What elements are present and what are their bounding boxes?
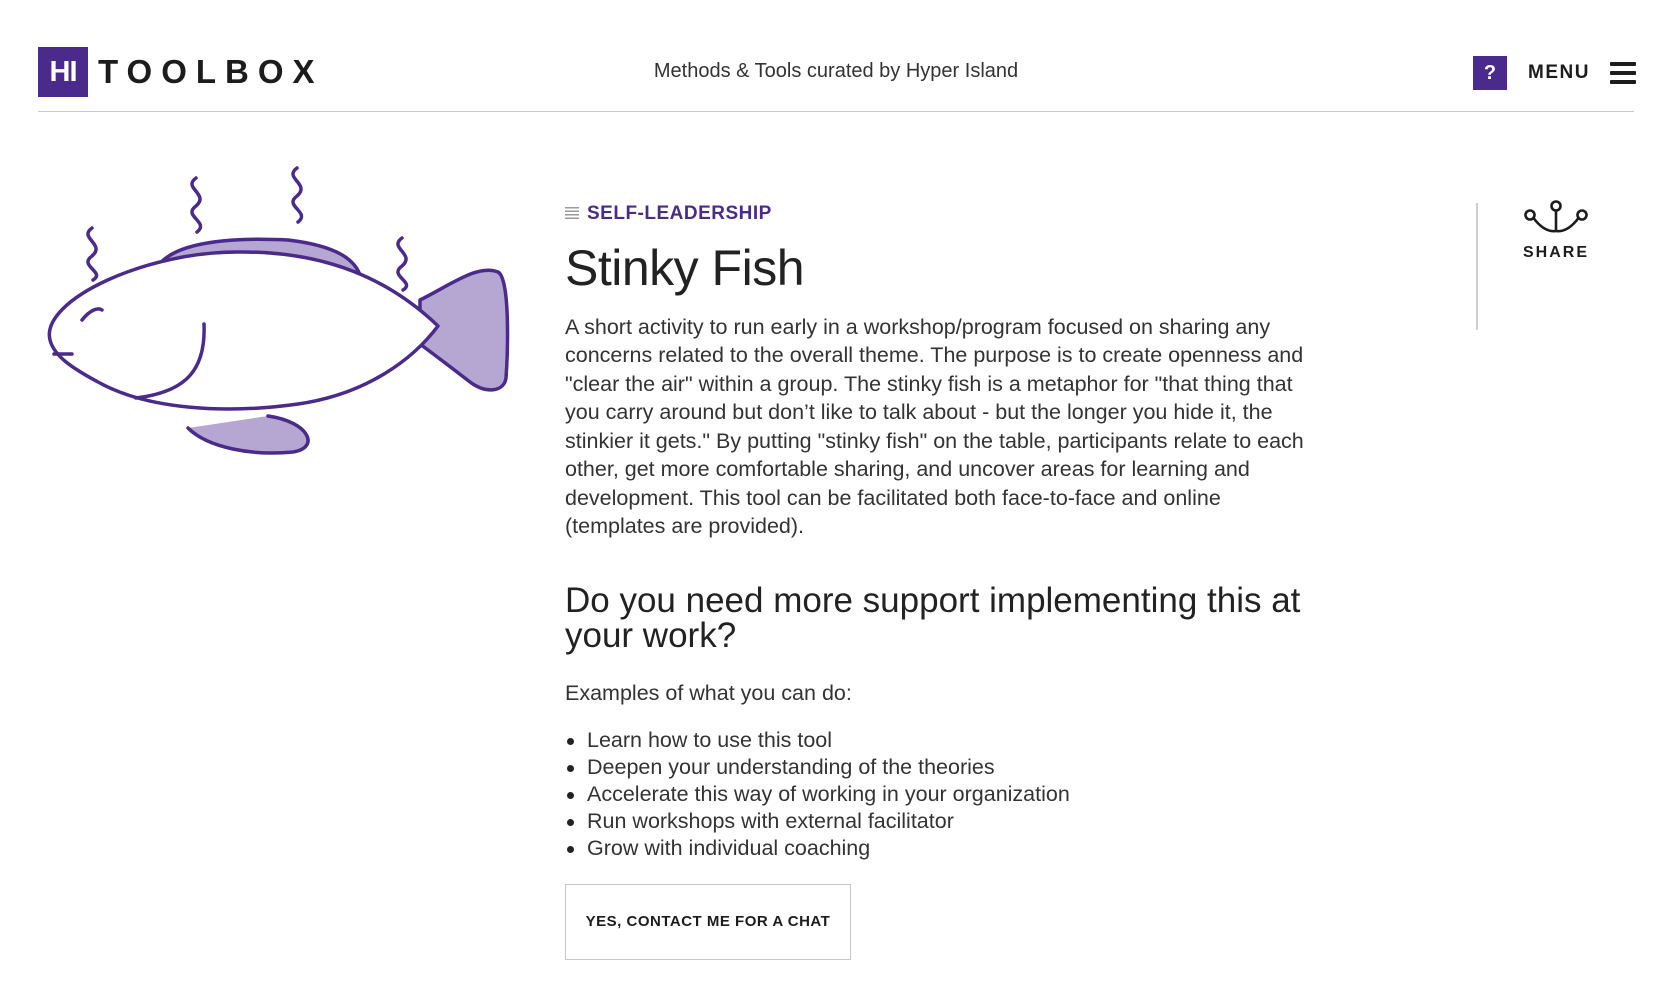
hamburger-icon [1609, 62, 1636, 84]
menu-label: MENU [1528, 62, 1590, 83]
list-item: Run workshops with external facilitator [565, 808, 1325, 835]
share-divider [1476, 203, 1478, 330]
list-item: Learn how to use this tool [565, 727, 1325, 754]
tool-content: SELF-LEADERSHIP Stinky Fish A short acti… [565, 200, 1325, 960]
logo-text: TOOLBOX [98, 53, 324, 90]
share-label: SHARE [1522, 244, 1589, 261]
stinky-fish-illustration [47, 166, 510, 455]
logo-mark: HI [38, 47, 88, 97]
tool-description: A short activity to run early in a works… [565, 314, 1304, 539]
page-title: Stinky Fish [565, 240, 805, 296]
site-header: HI TOOLBOX Methods & Tools curated by Hy… [38, 0, 1636, 112]
examples-label: Examples of what you can do: [565, 680, 852, 705]
contact-button[interactable]: YES, CONTACT ME FOR A CHAT [565, 883, 851, 960]
help-button[interactable]: ? [1473, 56, 1507, 90]
category-text: SELF-LEADERSHIP [587, 203, 772, 224]
list-item: Grow with individual coaching [565, 835, 1325, 862]
share-icon [1524, 200, 1588, 233]
list-item: Accelerate this way of working in your o… [565, 781, 1325, 808]
category-icon [565, 207, 579, 221]
share-button[interactable]: SHARE [1500, 200, 1612, 262]
list-item: Deepen your understanding of the theorie… [565, 754, 1325, 781]
category-label[interactable]: SELF-LEADERSHIP [565, 200, 1325, 228]
support-heading: Do you need more support implementing th… [565, 580, 1301, 655]
examples-list: Learn how to use this tool Deepen your u… [565, 727, 1325, 862]
logo[interactable]: HI TOOLBOX [38, 47, 324, 97]
menu-button[interactable]: MENU [1528, 56, 1636, 90]
